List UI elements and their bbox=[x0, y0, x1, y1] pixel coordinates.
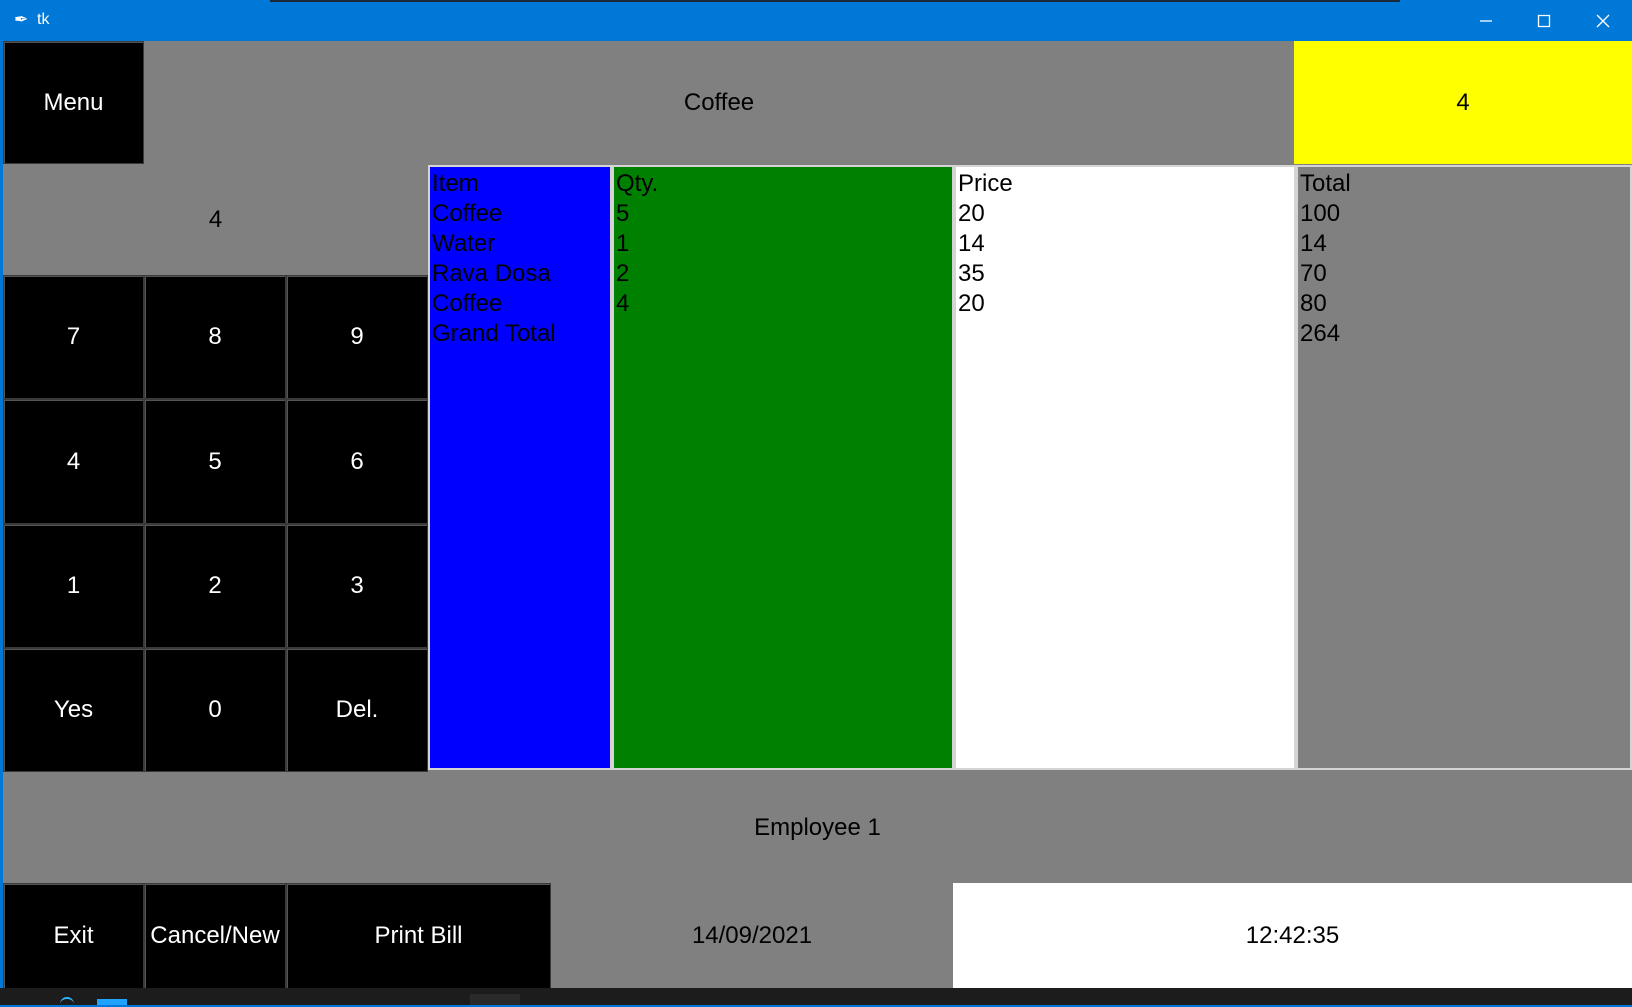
time-label: 12:42:35 bbox=[953, 883, 1632, 988]
bill-price-column: Price 20 14 35 20 bbox=[954, 165, 1296, 770]
close-icon bbox=[1596, 14, 1610, 27]
date-label: 14/09/2021 bbox=[691, 922, 813, 949]
item-cell: Coffee bbox=[432, 290, 503, 317]
qty-cell: 4 bbox=[616, 290, 630, 317]
minimize-icon bbox=[1480, 19, 1492, 22]
bill-item-column: Item Coffee Water Rava Dosa Coffee Grand… bbox=[428, 165, 612, 770]
exit-button[interactable]: Exit bbox=[3, 883, 144, 988]
total-header: Total bbox=[1300, 170, 1351, 197]
key-6[interactable]: 6 bbox=[286, 399, 428, 524]
price-cell: 35 bbox=[958, 260, 985, 287]
key-7[interactable]: 7 bbox=[3, 275, 144, 399]
qty-header: Qty. bbox=[616, 170, 659, 197]
maximize-icon bbox=[1537, 14, 1551, 27]
feather-icon: ✒ bbox=[14, 10, 29, 29]
qty-cell: 1 bbox=[616, 230, 630, 257]
key-8[interactable]: 8 bbox=[144, 275, 286, 399]
bill-total-column: Total 100 14 70 80 264 bbox=[1296, 165, 1632, 770]
pos-window: Menu Coffee 4 4 7 8 9 4 5 6 1 2 3 Yes 0 … bbox=[3, 41, 1632, 988]
item-cell: Rava Dosa bbox=[432, 260, 551, 287]
grand-total-label: Grand Total bbox=[432, 320, 556, 347]
total-cell: 14 bbox=[1300, 230, 1327, 257]
key-delete-button[interactable]: Del. bbox=[286, 648, 428, 772]
grand-total-value: 264 bbox=[1300, 320, 1341, 347]
bill-qty-column: Qty. 5 1 2 4 bbox=[612, 165, 954, 770]
minimize-button[interactable] bbox=[1457, 0, 1515, 41]
edge-icon[interactable] bbox=[60, 997, 74, 1007]
item-cell: Coffee bbox=[432, 200, 503, 227]
item-header: Item bbox=[432, 170, 479, 197]
qty-cell: 2 bbox=[616, 260, 630, 287]
print-bill-button[interactable]: Print Bill bbox=[286, 883, 551, 988]
cancel-new-button[interactable]: Cancel/New bbox=[144, 883, 286, 988]
total-cell: 100 bbox=[1300, 200, 1341, 227]
price-cell: 20 bbox=[958, 290, 985, 317]
keypad-display: 4 bbox=[208, 205, 223, 233]
title-bar: ✒ tk bbox=[0, 0, 1632, 41]
key-5[interactable]: 5 bbox=[144, 399, 286, 524]
key-3[interactable]: 3 bbox=[286, 524, 428, 648]
key-1[interactable]: 1 bbox=[3, 524, 144, 648]
item-cell: Water bbox=[432, 230, 496, 257]
taskbar-window-icon[interactable] bbox=[470, 994, 520, 1005]
taskbar-app-icon[interactable] bbox=[97, 999, 127, 1005]
key-9[interactable]: 9 bbox=[286, 275, 428, 399]
key-0[interactable]: 0 bbox=[144, 648, 286, 772]
key-2[interactable]: 2 bbox=[144, 524, 286, 648]
total-cell: 70 bbox=[1300, 260, 1327, 287]
close-button[interactable] bbox=[1574, 0, 1632, 41]
current-item-label: Coffee bbox=[683, 88, 755, 116]
current-qty-display: 4 bbox=[1294, 41, 1632, 164]
qty-cell: 5 bbox=[616, 200, 630, 227]
total-cell: 80 bbox=[1300, 290, 1327, 317]
taskbar bbox=[0, 988, 1632, 1005]
menu-button[interactable]: Menu bbox=[3, 41, 144, 164]
price-cell: 20 bbox=[958, 200, 985, 227]
key-4[interactable]: 4 bbox=[3, 399, 144, 524]
title-bar-strip bbox=[270, 0, 1400, 2]
price-cell: 14 bbox=[958, 230, 985, 257]
maximize-button[interactable] bbox=[1515, 0, 1573, 41]
key-yes-button[interactable]: Yes bbox=[3, 648, 144, 772]
price-header: Price bbox=[958, 170, 1013, 197]
window-title: tk bbox=[37, 11, 50, 28]
